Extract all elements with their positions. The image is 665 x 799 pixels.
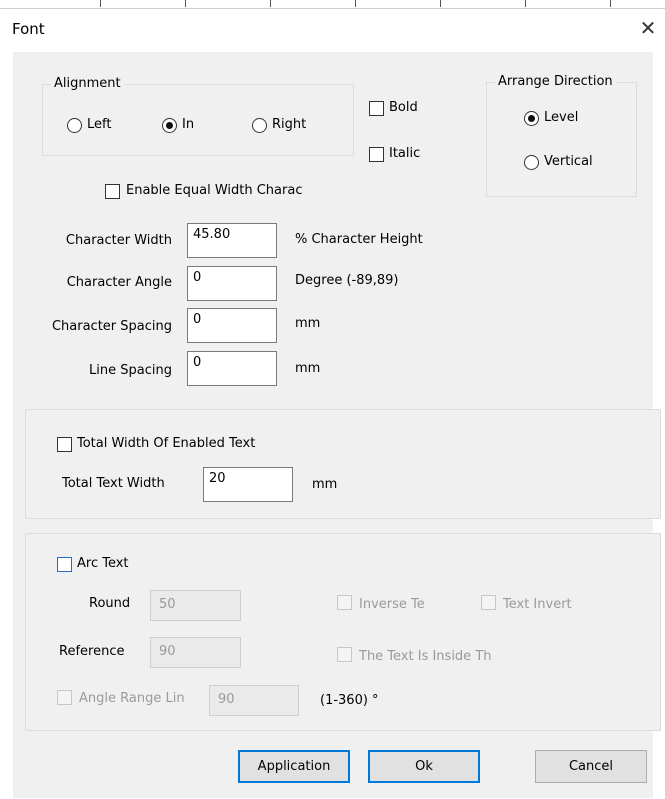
angle-range-unit: (1-360) ° xyxy=(320,693,379,708)
ruler-tick xyxy=(185,0,186,7)
bold-label: Bold xyxy=(389,100,418,115)
alignment-legend: Alignment xyxy=(51,76,124,91)
line-spacing-input[interactable]: 0 xyxy=(187,351,277,386)
round-label: Round xyxy=(89,596,131,611)
total-width-checkbox[interactable] xyxy=(57,437,72,452)
italic-checkbox[interactable] xyxy=(369,147,384,162)
align-in-label: In xyxy=(182,117,195,132)
total-text-width-label: Total Text Width xyxy=(62,476,165,491)
close-icon[interactable]: ✕ xyxy=(636,16,660,40)
arrange-level-radio[interactable] xyxy=(524,111,539,126)
char-width-input[interactable]: 45.80 xyxy=(187,223,277,258)
text-inside-label: The Text Is Inside Th xyxy=(359,649,492,664)
angle-range-label: Angle Range Lin xyxy=(79,691,185,706)
arc-text-label: Arc Text xyxy=(77,556,129,571)
arrange-vertical-radio[interactable] xyxy=(524,155,539,170)
angle-range-input[interactable]: 90 xyxy=(209,685,299,716)
equal-width-checkbox[interactable] xyxy=(105,184,120,199)
char-spacing-label: Character Spacing xyxy=(51,319,172,334)
text-invert-checkbox[interactable] xyxy=(481,595,496,610)
char-spacing-unit: mm xyxy=(295,316,321,331)
ruler-tick xyxy=(525,0,526,7)
cancel-button[interactable]: Cancel xyxy=(535,750,647,783)
reference-label: Reference xyxy=(59,644,125,659)
line-spacing-label: Line Spacing xyxy=(89,363,172,378)
total-text-width-unit: mm xyxy=(312,477,338,492)
align-in-radio[interactable] xyxy=(162,118,177,133)
text-invert-label: Text Invert xyxy=(503,597,572,612)
arrange-direction-legend: Arrange Direction xyxy=(495,74,616,89)
arrange-vertical-label: Vertical xyxy=(544,154,593,169)
bold-checkbox[interactable] xyxy=(369,101,384,116)
char-angle-unit: Degree (-89,89) xyxy=(295,273,399,288)
italic-label: Italic xyxy=(389,146,421,161)
char-angle-label: Character Angle xyxy=(66,275,172,290)
application-button[interactable]: Application xyxy=(238,750,350,783)
ruler-tick xyxy=(355,0,356,7)
dialog-title: Font xyxy=(12,20,45,38)
ruler-strip xyxy=(0,0,665,9)
ok-button[interactable]: Ok xyxy=(368,750,480,783)
char-width-label: Character Width xyxy=(65,233,172,248)
arrange-direction-group: Arrange Direction xyxy=(486,74,637,197)
char-spacing-input[interactable]: 0 xyxy=(187,308,277,343)
inverse-text-label: Inverse Te xyxy=(359,597,425,612)
ruler-tick xyxy=(100,0,101,7)
round-input[interactable]: 50 xyxy=(150,590,241,621)
arrange-level-label: Level xyxy=(544,110,579,125)
total-width-panel xyxy=(25,409,661,519)
ruler-tick xyxy=(270,0,271,7)
inverse-text-checkbox[interactable] xyxy=(337,595,352,610)
char-width-unit: % Character Height xyxy=(295,232,423,247)
char-angle-input[interactable]: 0 xyxy=(187,266,277,301)
line-spacing-unit: mm xyxy=(295,361,321,376)
ruler-tick xyxy=(440,0,441,7)
align-right-radio[interactable] xyxy=(252,118,267,133)
angle-range-checkbox[interactable] xyxy=(57,690,72,705)
equal-width-label: Enable Equal Width Charac xyxy=(126,183,303,198)
text-inside-checkbox[interactable] xyxy=(337,647,352,662)
align-right-label: Right xyxy=(272,117,307,132)
arc-text-checkbox[interactable] xyxy=(57,557,72,572)
ruler-tick xyxy=(610,0,611,7)
reference-input[interactable]: 90 xyxy=(150,637,241,668)
align-left-label: Left xyxy=(87,117,112,132)
total-text-width-input[interactable]: 20 xyxy=(203,467,293,502)
align-left-radio[interactable] xyxy=(67,118,82,133)
total-width-check-label: Total Width Of Enabled Text xyxy=(77,436,256,451)
